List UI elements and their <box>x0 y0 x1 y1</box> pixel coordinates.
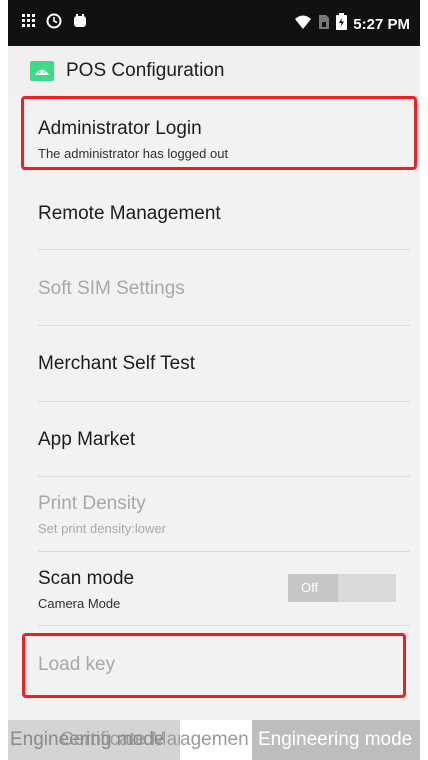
highlight-box-admin-login <box>21 96 417 170</box>
wifi-icon <box>294 14 312 35</box>
status-right-icons: 5:27 PM <box>294 13 410 35</box>
status-left-icons <box>22 13 88 34</box>
tab-label: agemen <box>180 729 249 750</box>
scan-mode-toggle[interactable]: Off <box>288 574 396 602</box>
setting-title: App Market <box>38 429 136 450</box>
divider <box>38 625 410 626</box>
app-notification-icon <box>72 13 88 34</box>
tab-engineering-mode-left[interactable]: Certificate Manage Engineering mode <box>8 720 219 760</box>
battery-icon <box>336 13 348 35</box>
page-title: POS Configuration <box>66 60 225 81</box>
setting-print-density[interactable]: Print Density Set print density:lower <box>18 477 410 551</box>
tab-label: Engineering mode <box>10 729 165 750</box>
tab-label: Engineering mode <box>258 729 413 750</box>
status-bar: 5:27 PM <box>8 0 420 46</box>
setting-title: Merchant Self Test <box>38 353 196 374</box>
highlight-box-load-key <box>22 633 406 698</box>
setting-title: Scan mode <box>38 568 135 589</box>
setting-soft-sim[interactable]: Soft SIM Settings <box>18 250 410 325</box>
setting-app-market[interactable]: App Market <box>18 402 410 476</box>
tab-certificate-management[interactable]: agemen <box>180 720 252 760</box>
clock-icon <box>46 13 62 34</box>
status-time: 5:27 PM <box>353 15 410 33</box>
toggle-label: Off <box>301 580 319 595</box>
setting-remote-management[interactable]: Remote Management <box>18 172 410 249</box>
setting-summary: Camera Mode <box>38 596 121 611</box>
sim-icon <box>318 14 330 35</box>
setting-title: Remote Management <box>38 203 221 224</box>
setting-title: Print Density <box>38 493 146 514</box>
bottom-tab-bar: Certificate Manage Engineering mode agem… <box>8 720 420 760</box>
app-bar: POS Configuration <box>8 46 420 96</box>
tab-engineering-mode-right[interactable]: Engineering mode <box>252 720 420 760</box>
setting-summary: Set print density:lower <box>38 521 166 536</box>
screen: 5:27 PM POS Configuration Administrator … <box>8 0 420 760</box>
notification-grid-icon <box>22 14 36 33</box>
setting-title: Soft SIM Settings <box>38 278 185 299</box>
setting-merchant-self-test[interactable]: Merchant Self Test <box>18 326 410 401</box>
android-app-icon <box>30 61 54 86</box>
